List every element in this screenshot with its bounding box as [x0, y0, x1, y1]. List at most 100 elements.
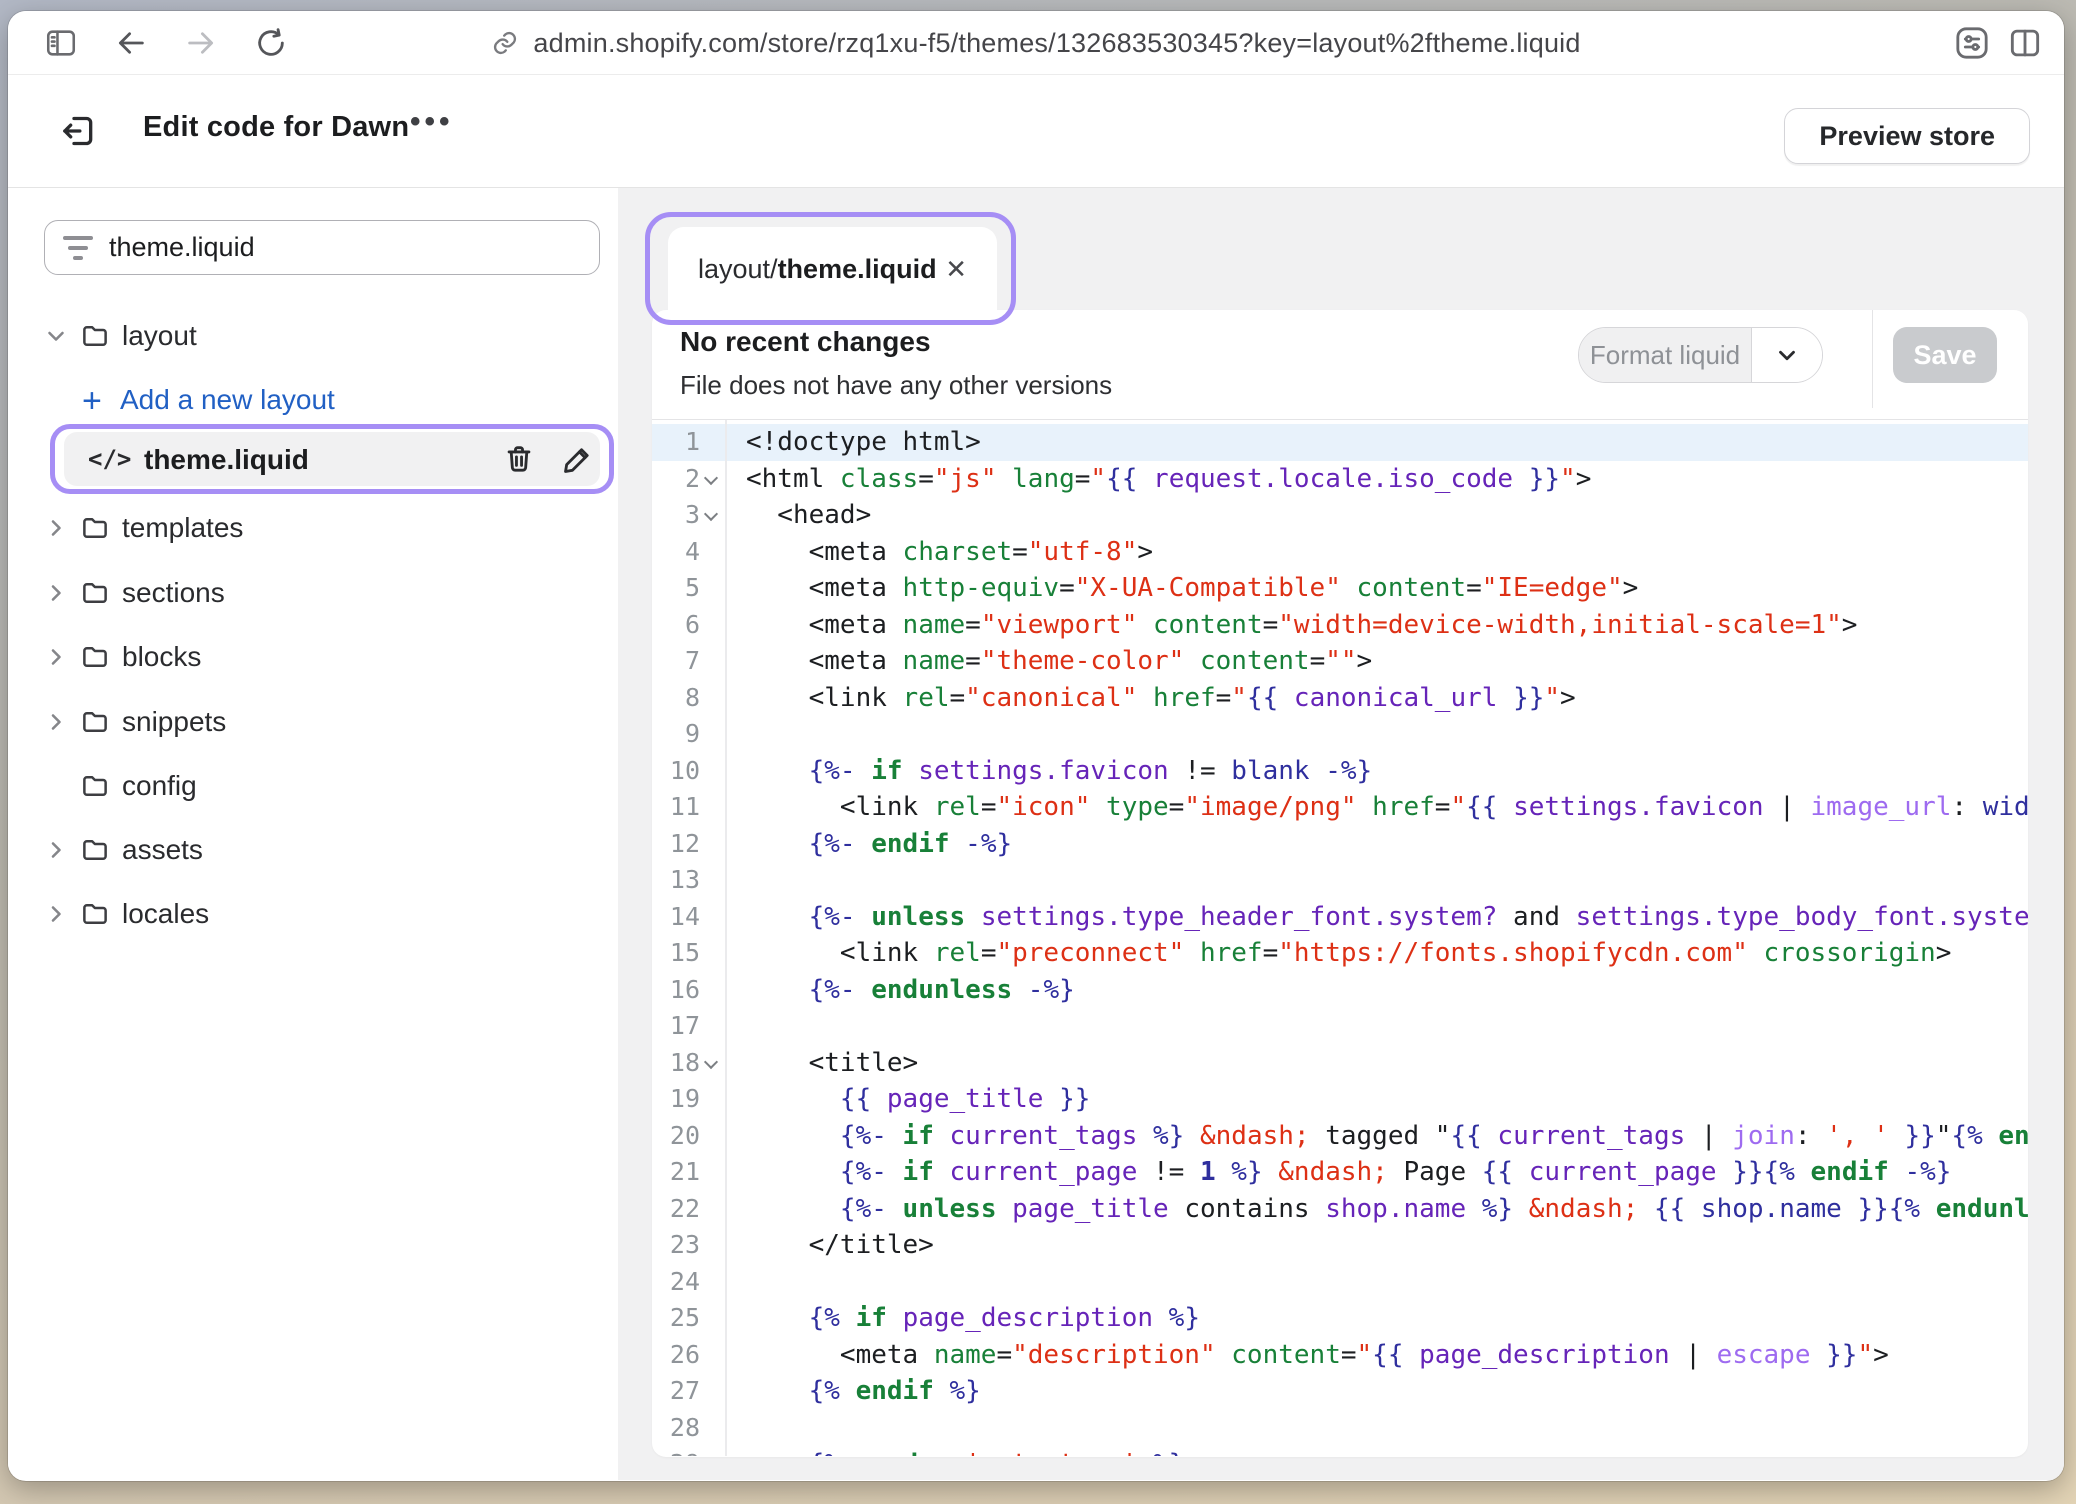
code-line-16[interactable]: 16 {%- endunless -%}	[652, 972, 2028, 1009]
format-liquid-dropdown[interactable]	[1752, 328, 1822, 382]
code-line-23[interactable]: 23 </title>	[652, 1227, 2028, 1264]
code-text: {%- unless page_title contains shop.name…	[746, 1191, 2028, 1228]
sidebar-item-blocks[interactable]: blocks	[8, 631, 618, 683]
code-line-12[interactable]: 12 {%- endif -%}	[652, 826, 2028, 863]
folder-icon	[80, 642, 110, 677]
editor-panel: No recent changes File does not have any…	[652, 310, 2028, 1457]
code-line-5[interactable]: 5 <meta http-equiv="X-UA-Compatible" con…	[652, 570, 2028, 607]
code-line-3[interactable]: 3 <head>	[652, 497, 2028, 534]
code-line-17[interactable]: 17	[652, 1008, 2028, 1045]
divider	[1872, 310, 1873, 408]
code-line-29[interactable]: 29 {% render 'meta-tags' %}	[652, 1446, 2028, 1456]
code-line-19[interactable]: 19 {{ page_title }}	[652, 1081, 2028, 1118]
code-line-10[interactable]: 10 {%- if settings.favicon != blank -%}	[652, 753, 2028, 790]
chevron-right-icon[interactable]	[44, 710, 68, 739]
code-text: {%- endunless -%}	[746, 972, 1075, 1009]
line-number: 11	[652, 789, 700, 826]
code-text: <link rel="canonical" href="{{ canonical…	[746, 680, 1576, 717]
overflow-menu-button[interactable]: •••	[410, 105, 454, 139]
code-line-20[interactable]: 20 {%- if current_tags %} &ndash; tagged…	[652, 1118, 2028, 1155]
fold-chevron-icon[interactable]	[706, 473, 717, 484]
code-line-15[interactable]: 15 <link rel="preconnect" href="https://…	[652, 935, 2028, 972]
fold-chevron-icon[interactable]	[706, 509, 717, 520]
rename-file-icon[interactable]	[561, 442, 597, 478]
line-number: 26	[652, 1337, 700, 1374]
line-number: 16	[652, 972, 700, 1009]
folder-label: config	[122, 770, 197, 802]
exit-icon	[59, 111, 99, 151]
folder-icon	[80, 707, 110, 742]
selected-file-row[interactable]: </>theme.liquid	[64, 432, 600, 486]
search-input[interactable]	[109, 232, 581, 263]
sidebar-item-locales[interactable]: locales	[8, 888, 618, 940]
chevron-right-icon[interactable]	[44, 645, 68, 674]
chevron-right-icon[interactable]	[44, 838, 68, 867]
folder-label: templates	[122, 512, 243, 544]
code-line-18[interactable]: 18 <title>	[652, 1045, 2028, 1082]
line-number: 9	[652, 716, 700, 753]
chevron-right-icon[interactable]	[44, 581, 68, 610]
browser-settings-icon[interactable]	[1952, 11, 1992, 75]
code-line-14[interactable]: 14 {%- unless settings.type_header_font.…	[652, 899, 2028, 936]
code-line-7[interactable]: 7 <meta name="theme-color" content="">	[652, 643, 2028, 680]
sidebar-item-assets[interactable]: assets	[8, 824, 618, 876]
sidebar-item-layout[interactable]: layout	[8, 310, 618, 362]
sidebar-item-snippets[interactable]: snippets	[8, 696, 618, 748]
code-text: <html class="js" lang="{{ request.locale…	[746, 461, 1591, 498]
sidebar-item-config[interactable]: config	[8, 760, 618, 812]
gutter-divider	[725, 420, 727, 1456]
code-line-27[interactable]: 27 {% endif %}	[652, 1373, 2028, 1410]
fold-chevron-icon[interactable]	[706, 1057, 717, 1068]
tab-theme-liquid[interactable]: layout/theme.liquid ✕	[668, 227, 997, 311]
line-number: 12	[652, 826, 700, 863]
folder-icon	[80, 835, 110, 870]
preview-store-button[interactable]: Preview store	[1784, 108, 2030, 164]
code-line-22[interactable]: 22 {%- unless page_title contains shop.n…	[652, 1191, 2028, 1228]
code-line-11[interactable]: 11 <link rel="icon" type="image/png" hre…	[652, 789, 2028, 826]
code-line-1[interactable]: 1<!doctype html>	[652, 424, 2028, 461]
code-editor[interactable]: 1<!doctype html>2<html class="js" lang="…	[652, 420, 2028, 1456]
line-number: 10	[652, 753, 700, 790]
folder-label: locales	[122, 898, 209, 930]
sidebar-item-theme-liquid[interactable]: </>theme.liquid	[8, 432, 618, 484]
chevron-down-icon[interactable]	[44, 324, 68, 353]
folder-icon	[80, 321, 110, 356]
chevron-right-icon[interactable]	[44, 516, 68, 545]
line-number: 18	[652, 1045, 700, 1082]
code-line-2[interactable]: 2<html class="js" lang="{{ request.local…	[652, 461, 2028, 498]
add-layout-label: Add a new layout	[120, 384, 335, 416]
code-line-8[interactable]: 8 <link rel="canonical" href="{{ canonic…	[652, 680, 2028, 717]
code-line-21[interactable]: 21 {%- if current_page != 1 %} &ndash; P…	[652, 1154, 2028, 1191]
code-line-4[interactable]: 4 <meta charset="utf-8">	[652, 534, 2028, 571]
file-search[interactable]	[44, 220, 600, 275]
code-line-9[interactable]: 9	[652, 716, 2028, 753]
app-header: Edit code for Dawn ••• Preview store	[8, 75, 2064, 188]
tab-close-icon[interactable]: ✕	[945, 256, 967, 282]
code-text: <meta http-equiv="X-UA-Compatible" conte…	[746, 570, 1638, 607]
line-number: 21	[652, 1154, 700, 1191]
delete-file-icon[interactable]	[502, 442, 538, 478]
code-text: {%- unless settings.type_header_font.sys…	[746, 899, 2028, 936]
code-line-13[interactable]: 13	[652, 862, 2028, 899]
code-line-6[interactable]: 6 <meta name="viewport" content="width=d…	[652, 607, 2028, 644]
code-line-24[interactable]: 24	[652, 1264, 2028, 1301]
line-number: 29	[652, 1446, 700, 1456]
code-text: <meta name="theme-color" content="">	[746, 643, 1372, 680]
code-line-25[interactable]: 25 {% if page_description %}	[652, 1300, 2028, 1337]
add-new-layout-button[interactable]: +Add a new layout	[8, 374, 618, 426]
sidebar-item-sections[interactable]: sections	[8, 567, 618, 619]
format-liquid-label[interactable]: Format liquid	[1579, 328, 1752, 382]
sidebar-item-templates[interactable]: templates	[8, 502, 618, 554]
line-number: 4	[652, 534, 700, 571]
code-line-28[interactable]: 28	[652, 1410, 2028, 1447]
filter-icon	[63, 236, 93, 260]
save-button[interactable]: Save	[1893, 327, 1997, 383]
address-bar[interactable]: admin.shopify.com/store/rzq1xu-f5/themes…	[8, 11, 2064, 75]
chevron-right-icon[interactable]	[44, 902, 68, 931]
code-line-26[interactable]: 26 <meta name="description" content="{{ …	[652, 1337, 2028, 1374]
folder-label: blocks	[122, 641, 201, 673]
format-liquid-button[interactable]: Format liquid	[1578, 327, 1823, 383]
line-number: 17	[652, 1008, 700, 1045]
exit-code-editor-button[interactable]	[55, 107, 103, 155]
split-view-icon[interactable]	[2006, 11, 2044, 75]
